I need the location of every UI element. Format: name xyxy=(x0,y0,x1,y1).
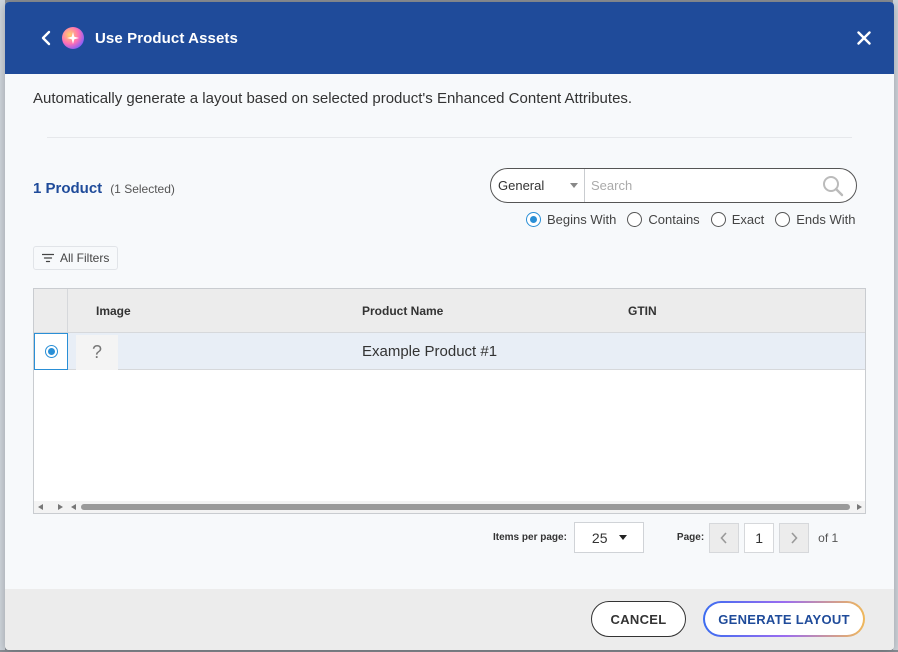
product-table: Image Product Name GTIN ? Example Produc… xyxy=(33,288,866,514)
page-number-input[interactable]: 1 xyxy=(744,522,775,553)
chevron-left-icon xyxy=(720,531,727,544)
product-image-placeholder: ? xyxy=(76,335,118,370)
search-scope-select[interactable]: General xyxy=(491,169,585,202)
match-mode-radio-group: Begins With Contains Exact Ends With xyxy=(526,212,855,227)
missing-image-icon: ? xyxy=(91,342,102,362)
column-header-image[interactable]: Image xyxy=(96,304,131,318)
previous-page-button[interactable] xyxy=(709,522,740,553)
search-box: General xyxy=(490,168,857,203)
caret-down-icon xyxy=(570,183,578,188)
radio-contains-indicator xyxy=(627,212,643,227)
divider xyxy=(47,137,852,138)
total-pages-label: of 1 xyxy=(818,530,839,545)
radio-begins-with[interactable]: Begins With xyxy=(526,212,616,227)
back-button[interactable] xyxy=(39,28,53,48)
cancel-button[interactable]: CANCEL xyxy=(591,601,686,637)
radio-ends-with[interactable]: Ends With xyxy=(775,212,855,227)
horizontal-scrollbar[interactable] xyxy=(34,501,865,513)
scroll-right-icon[interactable] xyxy=(58,504,63,510)
page-label: Page: xyxy=(676,532,705,543)
radio-ends-with-indicator xyxy=(775,212,791,227)
radio-exact-label: Exact xyxy=(731,212,765,227)
radio-exact-indicator xyxy=(710,212,726,227)
close-button[interactable] xyxy=(852,26,876,50)
all-filters-label: All Filters xyxy=(60,251,110,265)
table-header: Image Product Name GTIN xyxy=(34,289,865,333)
row-select-radio[interactable] xyxy=(34,333,68,370)
selected-count-label: (1 Selected) xyxy=(110,182,175,196)
chevron-left-icon xyxy=(41,30,51,46)
table-row[interactable]: ? Example Product #1 xyxy=(34,333,865,370)
ai-sparkle-icon xyxy=(62,27,84,49)
search-input[interactable] xyxy=(585,169,818,202)
dialog-description: Automatically generate a layout based on… xyxy=(33,90,633,107)
scroll-right-icon[interactable] xyxy=(857,504,862,510)
radio-begins-with-indicator xyxy=(526,212,541,227)
use-product-assets-dialog: Use Product Assets Automatically generat… xyxy=(5,2,894,650)
select-column-header xyxy=(34,289,68,333)
radio-exact[interactable]: Exact xyxy=(710,212,765,227)
product-count: 1 Product (1 Selected) xyxy=(33,180,175,197)
caret-down-icon xyxy=(618,535,627,540)
dialog-footer: CANCEL GENERATE LAYOUT xyxy=(5,589,894,650)
column-header-gtin[interactable]: GTIN xyxy=(628,304,657,318)
items-per-page-label: Items per page: xyxy=(493,532,567,543)
chevron-right-icon xyxy=(791,531,798,544)
product-name-cell: Example Product #1 xyxy=(362,343,498,360)
items-per-page-value: 25 xyxy=(591,529,608,546)
dialog-title: Use Product Assets xyxy=(95,29,238,47)
radio-contains[interactable]: Contains xyxy=(627,212,700,227)
filter-icon xyxy=(42,253,54,263)
radio-begins-with-label: Begins With xyxy=(547,212,617,227)
dialog-header: Use Product Assets xyxy=(5,2,894,74)
search-scope-value: General xyxy=(498,178,545,193)
column-header-product-name[interactable]: Product Name xyxy=(362,304,443,318)
product-count-label: 1 Product xyxy=(33,180,103,197)
search-button[interactable] xyxy=(818,171,848,201)
scrollbar-thumb[interactable] xyxy=(81,504,850,510)
next-page-button[interactable] xyxy=(779,522,810,553)
close-icon xyxy=(857,31,871,45)
scroll-left-icon[interactable] xyxy=(71,504,76,510)
radio-ends-with-label: Ends With xyxy=(796,212,856,227)
search-icon xyxy=(823,175,844,196)
generate-layout-button[interactable]: GENERATE LAYOUT xyxy=(703,601,865,637)
row-select-indicator xyxy=(44,345,58,358)
pagination: Items per page: 25 Page: 1 of 1 xyxy=(493,522,838,553)
radio-contains-label: Contains xyxy=(648,212,700,227)
all-filters-button[interactable]: All Filters xyxy=(33,246,119,270)
items-per-page-select[interactable]: 25 xyxy=(573,522,644,553)
scroll-left-icon[interactable] xyxy=(38,504,43,510)
